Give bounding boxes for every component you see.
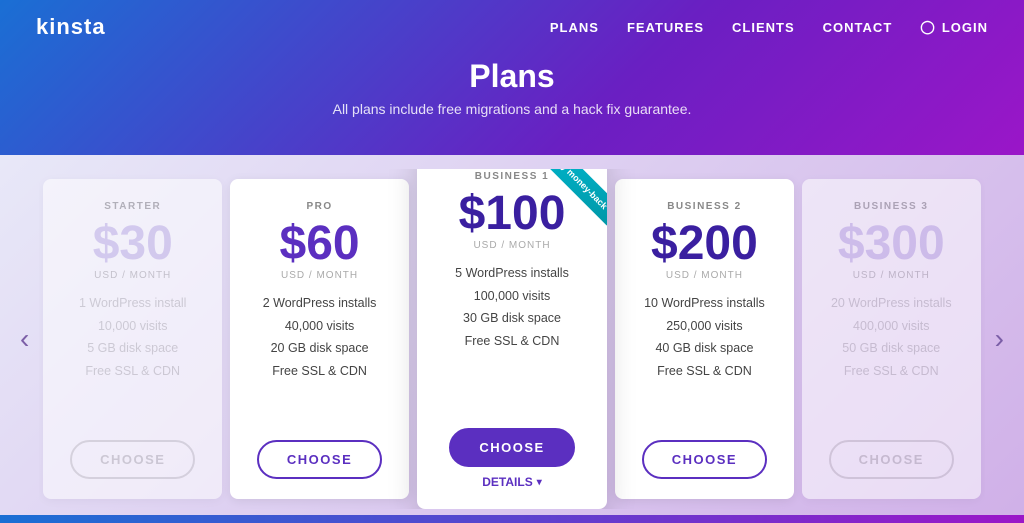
plan-price-business2: $200 [651, 220, 758, 268]
plans-container: STARTER $30 USD / MONTH 1 WordPress inst… [39, 169, 984, 509]
plan-price-pro: $60 [280, 220, 360, 268]
money-back-badge: 30-day money-back [517, 169, 607, 239]
details-link-business1[interactable]: DETAILS ▾ [482, 475, 541, 489]
plan-name-pro: PRO [306, 201, 332, 212]
nav-links: PLANS FEATURES CLIENTS CONTACT ◯ LOGIN [550, 19, 988, 35]
next-arrow-button[interactable]: › [985, 313, 1014, 365]
feature-item: Free SSL & CDN [263, 363, 377, 381]
choose-button-starter[interactable]: CHOOSE [70, 440, 195, 479]
feature-item: 40 GB disk space [644, 340, 765, 358]
plan-card-business1: 30-day money-back BUSINESS 1 $100 USD / … [417, 169, 607, 509]
plan-features-business1: 5 WordPress installs 100,000 visits 30 G… [455, 265, 569, 412]
feature-item: 250,000 visits [644, 318, 765, 336]
plan-period-pro: USD / MONTH [281, 270, 358, 281]
choose-button-pro[interactable]: CHOOSE [257, 440, 382, 479]
feature-item: 400,000 visits [831, 318, 952, 336]
feature-item: 20 GB disk space [263, 340, 377, 358]
feature-item: 10,000 visits [79, 318, 186, 336]
plan-price-business3: $300 [838, 220, 945, 268]
nav-link-plans[interactable]: PLANS [550, 20, 599, 35]
plan-card-business3: BUSINESS 3 $300 USD / MONTH 20 WordPress… [802, 179, 981, 499]
feature-item: 40,000 visits [263, 318, 377, 336]
plan-card-pro: PRO $60 USD / MONTH 2 WordPress installs… [230, 179, 409, 499]
feature-item: 5 WordPress installs [455, 265, 569, 283]
plan-period-business1: USD / MONTH [473, 240, 550, 251]
feature-item: 100,000 visits [455, 288, 569, 306]
page-title: Plans [333, 58, 692, 95]
hero-subtitle: All plans include free migrations and a … [333, 101, 692, 117]
plans-section: ‹ STARTER $30 USD / MONTH 1 WordPress in… [0, 155, 1024, 523]
bottom-bar [0, 515, 1024, 523]
feature-item: Free SSL & CDN [831, 363, 952, 381]
feature-item: 30 GB disk space [455, 310, 569, 328]
feature-item: 10 WordPress installs [644, 295, 765, 313]
plan-features-starter: 1 WordPress install 10,000 visits 5 GB d… [79, 295, 186, 424]
login-button[interactable]: ◯ LOGIN [920, 19, 988, 35]
plan-period-business2: USD / MONTH [666, 270, 743, 281]
choose-button-business1[interactable]: CHOOSE [449, 428, 574, 467]
plan-period-starter: USD / MONTH [94, 270, 171, 281]
plan-features-pro: 2 WordPress installs 40,000 visits 20 GB… [263, 295, 377, 424]
choose-button-business3[interactable]: CHOOSE [829, 440, 954, 479]
chevron-down-icon: ▾ [537, 477, 542, 488]
user-icon: ◯ [920, 19, 936, 35]
nav-link-contact[interactable]: CONTACT [823, 20, 893, 35]
plan-features-business3: 20 WordPress installs 400,000 visits 50 … [831, 295, 952, 424]
details-label: DETAILS [482, 475, 532, 489]
badge-text: 30-day money-back [529, 169, 607, 225]
hero-section: Plans All plans include free migrations … [333, 58, 692, 117]
login-label: LOGIN [942, 20, 988, 35]
plans-wrapper: ‹ STARTER $30 USD / MONTH 1 WordPress in… [10, 169, 1014, 509]
plan-price-starter: $30 [93, 220, 173, 268]
feature-item: 1 WordPress install [79, 295, 186, 313]
prev-arrow-button[interactable]: ‹ [10, 313, 39, 365]
feature-item: 5 GB disk space [79, 340, 186, 358]
plan-name-starter: STARTER [104, 201, 161, 212]
nav-link-features[interactable]: FEATURES [627, 20, 704, 35]
feature-item: 2 WordPress installs [263, 295, 377, 313]
feature-item: Free SSL & CDN [79, 363, 186, 381]
plan-period-business3: USD / MONTH [853, 270, 930, 281]
logo[interactable]: kinsta [36, 14, 106, 40]
feature-item: Free SSL & CDN [644, 363, 765, 381]
plan-card-starter: STARTER $30 USD / MONTH 1 WordPress inst… [43, 179, 222, 499]
header: kinsta PLANS FEATURES CLIENTS CONTACT ◯ … [0, 0, 1024, 160]
plan-name-business3: BUSINESS 3 [854, 201, 928, 212]
feature-item: 20 WordPress installs [831, 295, 952, 313]
navbar: kinsta PLANS FEATURES CLIENTS CONTACT ◯ … [0, 0, 1024, 54]
feature-item: Free SSL & CDN [455, 333, 569, 351]
plan-features-business2: 10 WordPress installs 250,000 visits 40 … [644, 295, 765, 424]
plan-name-business2: BUSINESS 2 [667, 201, 741, 212]
plan-card-business2: BUSINESS 2 $200 USD / MONTH 10 WordPress… [615, 179, 794, 499]
nav-link-clients[interactable]: CLIENTS [732, 20, 795, 35]
feature-item: 50 GB disk space [831, 340, 952, 358]
choose-button-business2[interactable]: CHOOSE [642, 440, 767, 479]
